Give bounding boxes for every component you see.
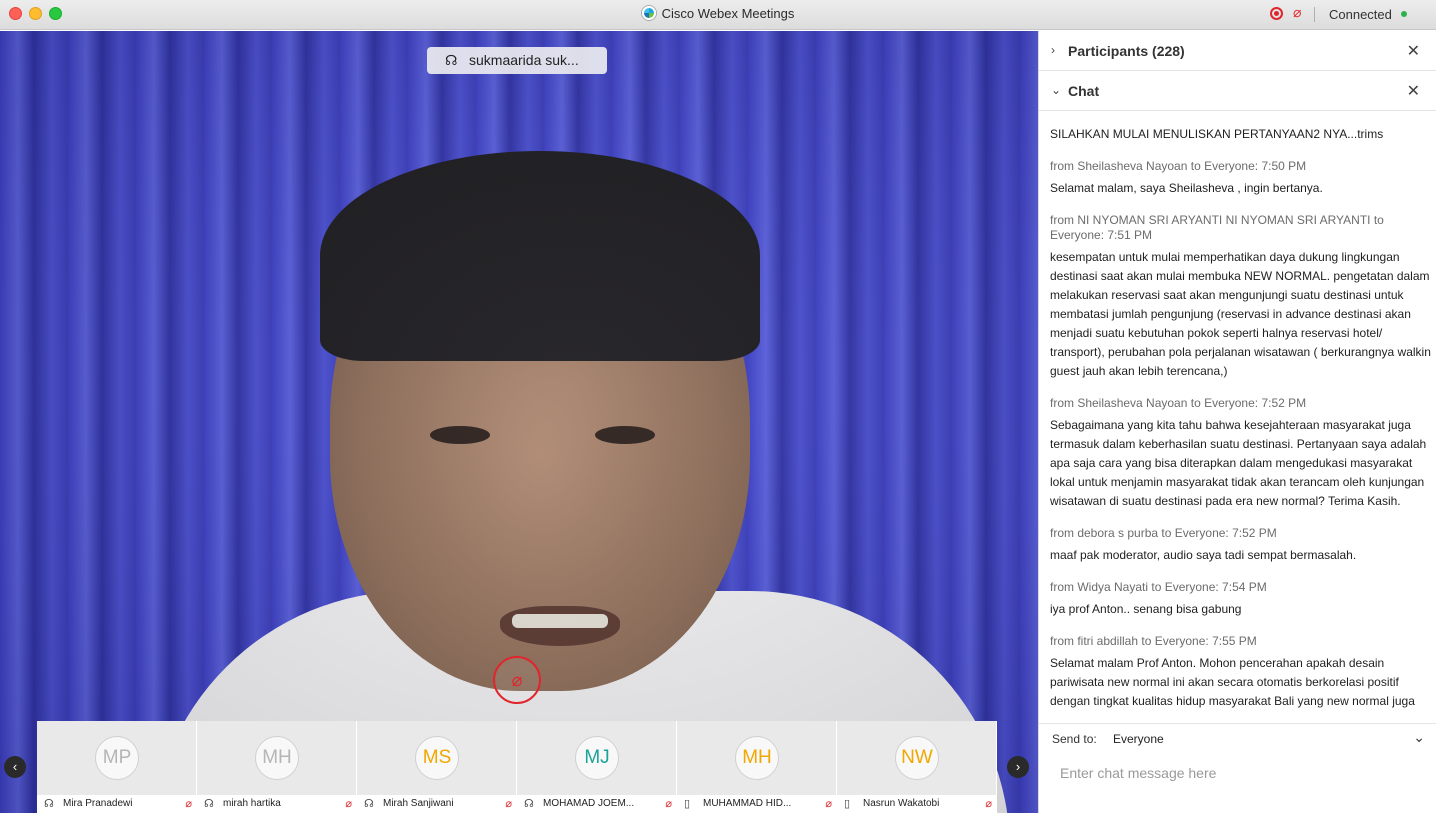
chat-title[interactable]: Chat [1068, 83, 1099, 99]
participant-thumbnail[interactable]: MS ☊ Mirah Sanjiwani ⌀ [357, 721, 517, 813]
thumbnail-name-bar: ▯ Nasrun Wakatobi ⌀ [837, 795, 997, 813]
send-to-selector[interactable]: Send to: Everyone ⌄ [1039, 723, 1436, 753]
thumbnail-name-bar: ☊ Mirah Sanjiwani ⌀ [357, 795, 517, 813]
active-speaker-video[interactable]: ☊ sukmaarida suk... ⌀ ‹ › MP ☊ Mira Pranad… [0, 31, 1038, 813]
title-bar: Cisco Webex Meetings ⌀ Connected [0, 0, 1436, 30]
window-title: Cisco Webex Meetings [0, 6, 1436, 21]
participants-header[interactable]: › Participants (228) ✕ [1039, 31, 1436, 71]
participant-name: Mirah Sanjiwani [383, 798, 454, 809]
chat-message: from fitri abdillah to Everyone: 7:55 PM… [1050, 634, 1436, 711]
active-speaker-label: ☊ sukmaarida suk... [427, 47, 607, 74]
muted-mic-icon: ⌀ [825, 798, 832, 810]
record-icon[interactable] [1270, 7, 1283, 20]
prev-thumbnails-button[interactable]: ‹ [4, 756, 26, 778]
chat-message-text: Selamat malam, saya Sheilasheva , ingin … [1050, 181, 1323, 195]
chevron-right-icon[interactable]: › [1051, 43, 1055, 57]
chat-message-text: SILAHKAN MULAI MENULISKAN PERTANYAAN2 NY… [1050, 127, 1384, 141]
chat-message: from Sheilasheva Nayoan to Everyone: 7:5… [1050, 396, 1436, 511]
chat-message-meta: from fitri abdillah to Everyone: 7:55 PM [1050, 634, 1257, 648]
thumbnail-name-bar: ☊ mirah hartika ⌀ [197, 795, 357, 813]
active-speaker-name: sukmaarida suk... [469, 52, 579, 68]
participant-thumbnail[interactable]: MP ☊ Mira Pranadewi ⌀ [37, 721, 197, 813]
chat-message-text: iya prof Anton.. senang bisa gabung [1050, 602, 1242, 616]
chat-message: from debora s purba to Everyone: 7:52 PM… [1050, 526, 1436, 565]
chat-message-text: kesempatan untuk mulai memperhatikan day… [1050, 250, 1431, 378]
participants-title[interactable]: Participants (228) [1068, 43, 1185, 59]
chevron-right-icon: › [1015, 759, 1021, 774]
chevron-down-icon[interactable]: ⌄ [1051, 83, 1061, 97]
participant-name: Nasrun Wakatobi [863, 798, 940, 809]
chat-message-text: maaf pak moderator, audio saya tadi semp… [1050, 548, 1357, 562]
close-icon[interactable]: ✕ [1407, 81, 1420, 101]
send-to-label: Send to: [1052, 732, 1097, 746]
chat-message-text: Sebagaimana yang kita tahu bahwa kesejah… [1050, 418, 1427, 508]
close-icon[interactable]: ✕ [1407, 41, 1420, 61]
chat-message-meta: from debora s purba to Everyone: 7:52 PM [1050, 526, 1277, 540]
thumbnail-name-bar: ☊ MOHAMAD JOEM... ⌀ [517, 795, 677, 813]
participant-name: MOHAMAD JOEM... [543, 798, 635, 809]
chat-message: from Widya Nayati to Everyone: 7:54 PM i… [1050, 580, 1436, 619]
phone-icon: ▯ [684, 798, 691, 810]
chat-message-meta: from Sheilasheva Nayoan to Everyone: 7:5… [1050, 396, 1307, 410]
muted-mic-icon: ⌀ [665, 798, 672, 810]
headset-icon: ☊ [524, 798, 534, 810]
muted-mic-icon: ⌀ [985, 798, 992, 810]
connection-status: Connected [1329, 7, 1392, 22]
next-thumbnails-button[interactable]: › [1007, 756, 1029, 778]
muted-mic-icon: ⌀ [505, 798, 512, 810]
muted-mic-icon[interactable]: ⌀ [1293, 4, 1301, 21]
mute-button[interactable]: ⌀ [493, 656, 541, 704]
participant-thumbnail-strip: MP ☊ Mira Pranadewi ⌀ MH ☊ mirah hartika ⌀ M… [37, 721, 997, 813]
thumbnail-name-bar: ▯ MUHAMMAD HID... ⌀ [677, 795, 837, 813]
muted-mic-icon: ⌀ [185, 798, 192, 810]
chat-message-list[interactable]: SILAHKAN MULAI MENULISKAN PERTANYAAN2 NY… [1039, 113, 1436, 723]
chevron-down-icon[interactable]: ⌄ [1413, 729, 1425, 746]
headset-icon: ☊ [204, 798, 214, 810]
avatar: MS [415, 736, 459, 780]
chat-header[interactable]: ⌄ Chat ✕ [1039, 71, 1436, 111]
headset-icon: ☊ [44, 798, 54, 810]
avatar: MH [255, 736, 299, 780]
chevron-left-icon: ‹ [12, 759, 18, 774]
participant-name: mirah hartika [223, 798, 281, 809]
muted-mic-icon: ⌀ [345, 798, 352, 810]
phone-icon: ▯ [844, 798, 851, 810]
headset-icon: ☊ [364, 798, 374, 810]
chat-message: SILAHKAN MULAI MENULISKAN PERTANYAAN2 NY… [1050, 125, 1436, 144]
avatar: MH [735, 736, 779, 780]
chat-message-meta: from NI NYOMAN SRI ARYANTI NI NYOMAN SRI… [1050, 213, 1384, 242]
participant-thumbnail[interactable]: MJ ☊ MOHAMAD JOEM... ⌀ [517, 721, 677, 813]
chat-message-meta: from Widya Nayati to Everyone: 7:54 PM [1050, 580, 1267, 594]
chat-message-meta: from Sheilasheva Nayoan to Everyone: 7:5… [1050, 159, 1307, 173]
divider [1314, 7, 1315, 22]
avatar: MP [95, 736, 139, 780]
chat-message: from Sheilasheva Nayoan to Everyone: 7:5… [1050, 159, 1436, 198]
participant-thumbnail[interactable]: NW ▯ Nasrun Wakatobi ⌀ [837, 721, 997, 813]
webex-logo-icon [641, 6, 656, 20]
chat-message-input[interactable] [1049, 758, 1427, 788]
muted-mic-icon: ⌀ [511, 670, 523, 690]
avatar: MJ [575, 736, 619, 780]
participant-thumbnail[interactable]: MH ▯ MUHAMMAD HID... ⌀ [677, 721, 837, 813]
window-title-text: Cisco Webex Meetings [661, 6, 795, 21]
chat-message-text: Selamat malam Prof Anton. Mohon pencerah… [1050, 656, 1415, 708]
connection-dot-icon [1401, 11, 1407, 17]
send-to-value[interactable]: Everyone [1113, 732, 1164, 746]
participant-thumbnail[interactable]: MH ☊ mirah hartika ⌀ [197, 721, 357, 813]
side-panel: › Participants (228) ✕ ⌄ Chat ✕ SILAHKAN… [1038, 31, 1436, 813]
thumbnail-name-bar: ☊ Mira Pranadewi ⌀ [37, 795, 197, 813]
participant-name: Mira Pranadewi [63, 798, 133, 809]
participant-name: MUHAMMAD HID... [703, 798, 792, 809]
headset-icon: ☊ [445, 52, 458, 68]
chat-message: from NI NYOMAN SRI ARYANTI NI NYOMAN SRI… [1050, 213, 1436, 381]
avatar: NW [895, 736, 939, 780]
